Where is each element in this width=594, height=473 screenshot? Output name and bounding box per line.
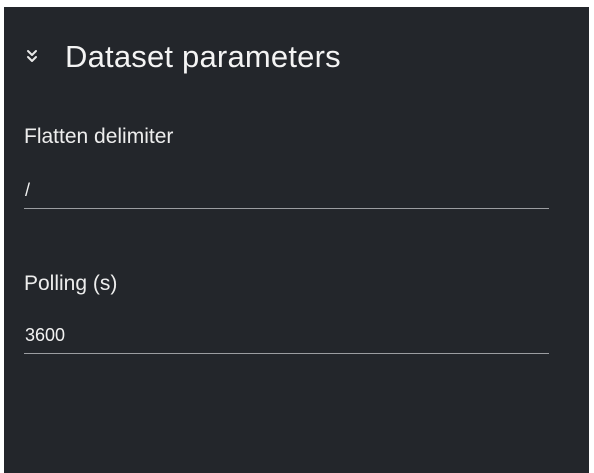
flatten-delimiter-input[interactable]	[24, 172, 549, 209]
polling-label: Polling (s)	[24, 272, 118, 295]
flatten-delimiter-label: Flatten delimiter	[24, 125, 174, 148]
double-chevron-down-icon[interactable]	[25, 48, 39, 66]
dataset-parameters-panel: Dataset parameters Flatten delimiter Pol…	[4, 7, 589, 473]
polling-input[interactable]	[24, 317, 549, 354]
flatten-delimiter-field: Flatten delimiter	[24, 125, 549, 209]
section-title: Dataset parameters	[65, 39, 341, 74]
dataset-parameters-header[interactable]: Dataset parameters	[25, 37, 341, 77]
polling-field: Polling (s)	[24, 272, 549, 354]
